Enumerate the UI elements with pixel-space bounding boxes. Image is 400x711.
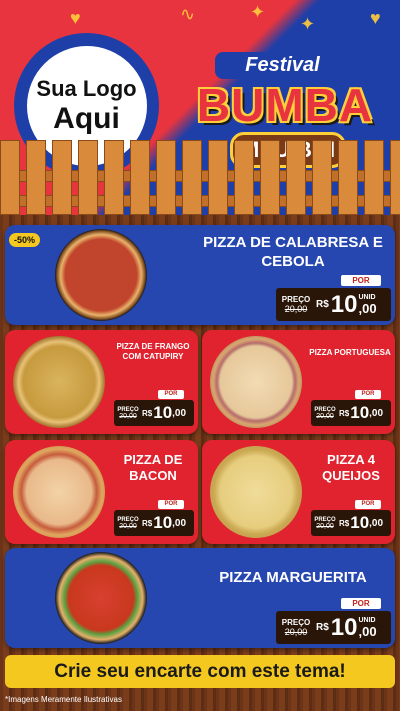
cta-banner: Crie seu encarte com este tema! bbox=[5, 655, 395, 688]
price-decimal: ,00 bbox=[358, 300, 377, 316]
product-name: PIZZA PORTUGUESA bbox=[309, 348, 391, 357]
festival-top-label: Festival bbox=[215, 52, 350, 79]
old-price: 20,00 bbox=[284, 627, 308, 637]
price-decimal: ,00 bbox=[358, 623, 377, 639]
currency-symbol: R$ bbox=[142, 408, 153, 418]
heart-icon: ♥ bbox=[70, 8, 81, 28]
price-tag: POR PREÇO 20,00 R$ 10 ,00 bbox=[311, 500, 391, 536]
price-tag: POR PREÇO 20,00 R$ 10 ,00 bbox=[311, 390, 391, 426]
currency-symbol: R$ bbox=[339, 408, 350, 418]
logo-line-1: Sua Logo bbox=[36, 75, 137, 101]
product-card-marguerita: PIZZA MARGUERITA POR PREÇO 20,00 R$ 10 U… bbox=[5, 548, 395, 648]
old-price: 20,00 bbox=[316, 412, 334, 420]
price-integer: 10 bbox=[153, 403, 173, 422]
product-card-portuguesa: PIZZA PORTUGUESA POR PREÇO 20,00 R$ 10 ,… bbox=[202, 330, 395, 434]
currency-symbol: R$ bbox=[142, 518, 153, 528]
price-integer: 10 bbox=[330, 613, 358, 641]
price-integer: 10 bbox=[350, 403, 370, 422]
footnote: *Imagens Meramente Ilustrativas bbox=[5, 695, 122, 704]
product-card-bacon: PIZZA DE BACON POR PREÇO 20,00 R$ 10 ,00 bbox=[5, 440, 198, 544]
price-decimal: ,00 bbox=[369, 517, 384, 529]
product-name: PIZZA DE CALABRESA E CEBOLA bbox=[203, 234, 383, 270]
discount-badge: -50% bbox=[9, 233, 41, 247]
price-por-label: POR bbox=[158, 390, 184, 399]
price-preco-label: PREÇO bbox=[281, 295, 311, 304]
price-preco-label: PREÇO bbox=[281, 618, 311, 627]
logo-line-2: Aqui bbox=[53, 101, 120, 135]
product-card-4-queijos: PIZZA 4 QUEIJOS POR PREÇO 20,00 R$ 10 ,0… bbox=[202, 440, 395, 544]
price-tag: POR PREÇO 20,00 R$ 10 UNID ,00 bbox=[276, 598, 391, 644]
price-tag: POR PREÇO 20,00 R$ 10 UNID ,00 bbox=[276, 275, 391, 321]
price-tag: POR PREÇO 20,00 R$ 10 ,00 bbox=[114, 500, 194, 536]
product-name: PIZZA MARGUERITA bbox=[219, 569, 367, 586]
pizza-image bbox=[210, 336, 302, 428]
product-name: PIZZA DE FRANGO COM CATUPIRY bbox=[116, 342, 190, 361]
product-name: PIZZA 4 QUEIJOS bbox=[322, 452, 380, 483]
price-integer: 10 bbox=[350, 513, 370, 532]
old-price: 20,00 bbox=[284, 304, 308, 314]
price-por-label: POR bbox=[341, 275, 381, 286]
price-decimal: ,00 bbox=[172, 407, 187, 419]
price-integer: 10 bbox=[330, 290, 358, 318]
wooden-fence bbox=[0, 140, 400, 215]
header-banner: ♥ ∿ ✦ ♥ ✦ Sua Logo Aqui Festival BUMBA M… bbox=[0, 0, 400, 215]
price-integer: 10 bbox=[153, 513, 173, 532]
product-name: PIZZA DE BACON bbox=[123, 452, 183, 483]
price-decimal: ,00 bbox=[369, 407, 384, 419]
product-card-frango: PIZZA DE FRANGO COM CATUPIRY POR PREÇO 2… bbox=[5, 330, 198, 434]
sparkle-icon: ✦ bbox=[300, 14, 316, 34]
pizza-image bbox=[55, 229, 147, 321]
product-card-calabresa: PIZZA DE CALABRESA E CEBOLA POR PREÇO 20… bbox=[5, 225, 395, 325]
pizza-image bbox=[55, 552, 147, 644]
price-por-label: POR bbox=[355, 390, 381, 399]
unit-label: UNID bbox=[358, 293, 376, 301]
old-price: 20,00 bbox=[316, 522, 334, 530]
pizza-image bbox=[210, 446, 302, 538]
currency-symbol: R$ bbox=[316, 299, 329, 310]
currency-symbol: R$ bbox=[316, 622, 329, 633]
price-tag: POR PREÇO 20,00 R$ 10 ,00 bbox=[114, 390, 194, 426]
pizza-image bbox=[13, 336, 105, 428]
pizza-image bbox=[13, 446, 105, 538]
festival-main-label: BUMBA bbox=[196, 79, 374, 131]
sparkle-icon: ✦ bbox=[250, 2, 266, 22]
old-price: 20,00 bbox=[119, 412, 137, 420]
wave-icon: ∿ bbox=[180, 4, 196, 24]
price-por-label: POR bbox=[341, 598, 381, 609]
price-por-label: POR bbox=[158, 500, 184, 509]
price-por-label: POR bbox=[355, 500, 381, 509]
currency-symbol: R$ bbox=[339, 518, 350, 528]
heart-icon: ♥ bbox=[370, 8, 381, 28]
old-price: 20,00 bbox=[119, 522, 137, 530]
unit-label: UNID bbox=[358, 616, 376, 624]
price-decimal: ,00 bbox=[172, 517, 187, 529]
